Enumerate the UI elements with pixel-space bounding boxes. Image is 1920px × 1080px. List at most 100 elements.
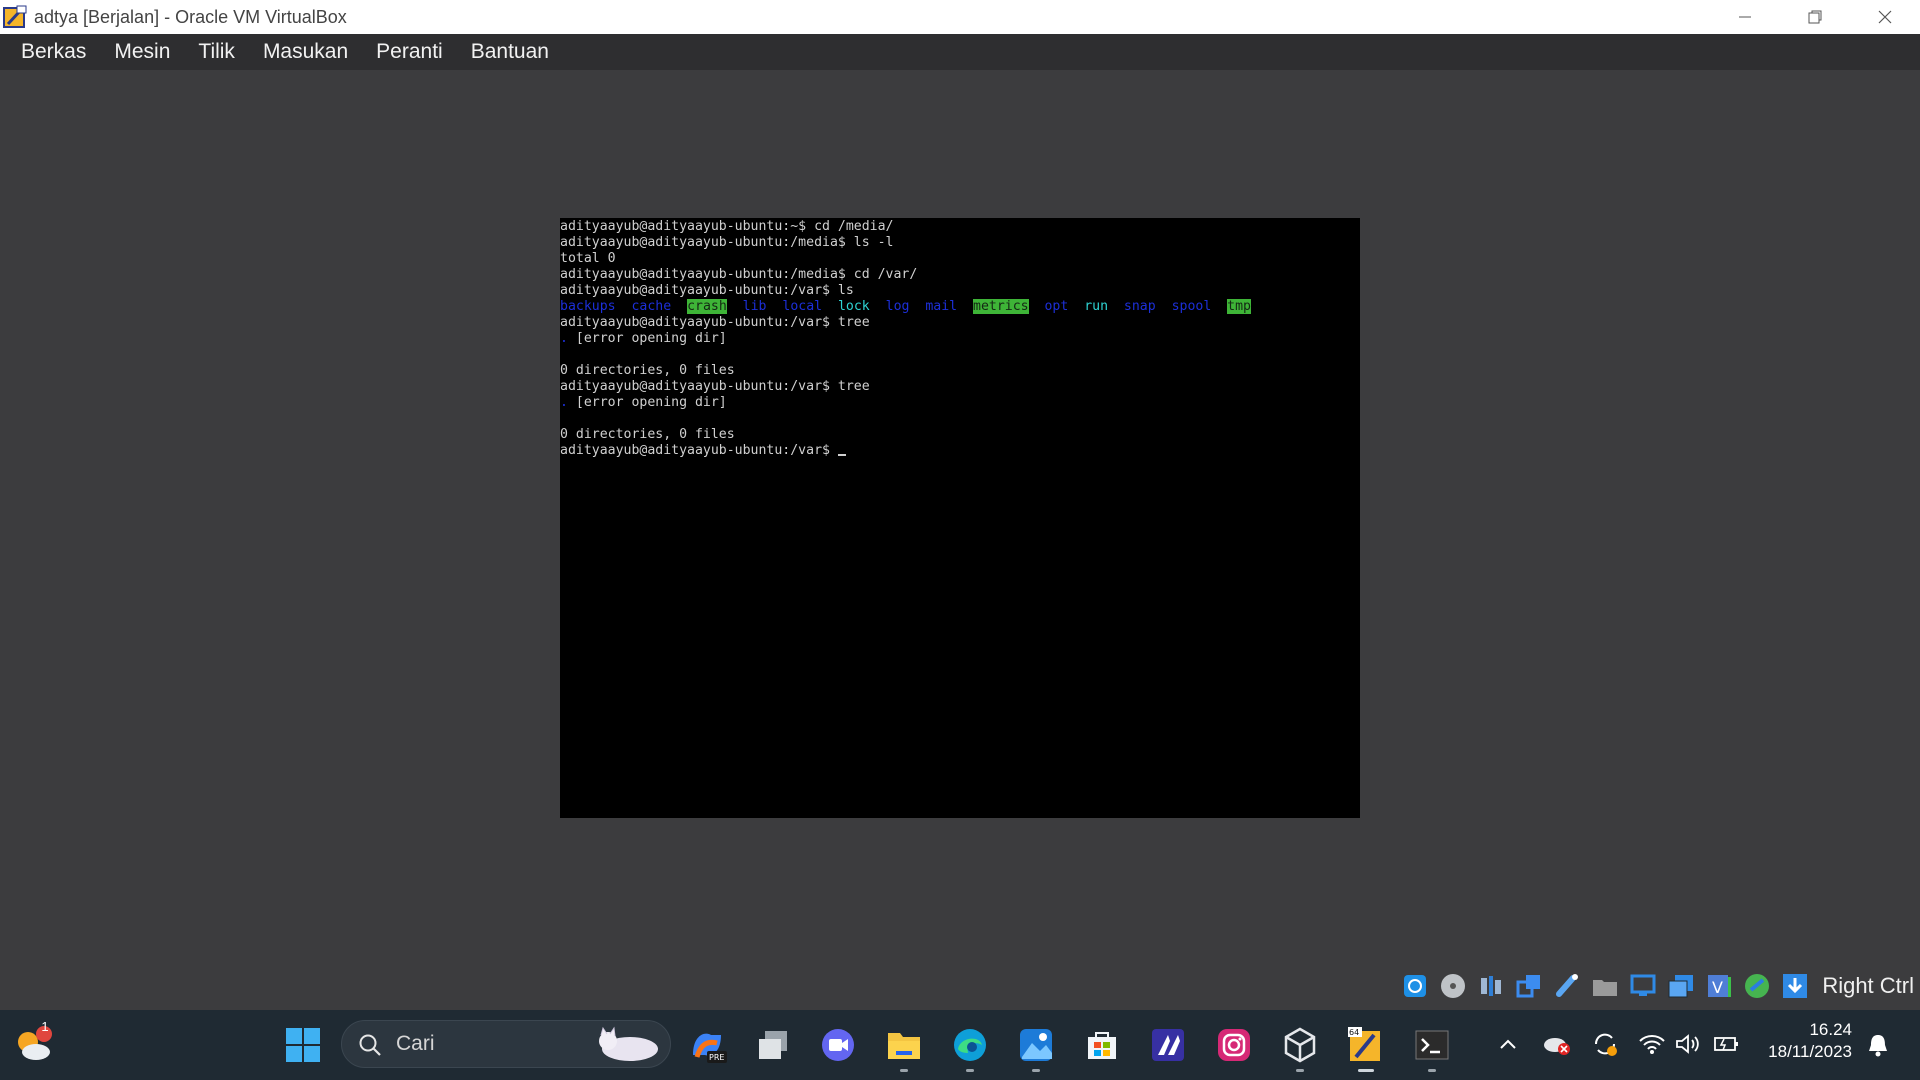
audio-icon[interactable] [1476, 971, 1506, 1001]
battery-tray[interactable] [1712, 1032, 1740, 1061]
video-capture-icon[interactable] [1742, 971, 1772, 1001]
dev-app-button[interactable] [1145, 1022, 1191, 1068]
bell-icon [1869, 1035, 1887, 1057]
network-icon[interactable] [1514, 971, 1544, 1001]
terminal-line: adityaayub@adityaayub-ubuntu:/media$ ls … [560, 235, 1360, 251]
display-icon[interactable] [1628, 971, 1658, 1001]
teams-meet-button[interactable] [815, 1022, 861, 1068]
terminal-cursor [837, 454, 846, 456]
terminal-text: adityaayub@adityaayub-ubuntu:~$ cd /medi… [560, 219, 894, 234]
wifi-tray[interactable] [1638, 1032, 1666, 1061]
sync-icon [1594, 1033, 1617, 1056]
volume-icon [1676, 1034, 1699, 1054]
virtualbox-vm-icon: 64 [1348, 1027, 1380, 1061]
sync-tray[interactable] [1590, 1030, 1620, 1063]
host-key-label[interactable]: Right Ctrl [1822, 973, 1914, 999]
recording-icon[interactable] [1666, 971, 1696, 1001]
usb-icon[interactable] [1552, 971, 1582, 1001]
menu-bantuan[interactable]: Bantuan [471, 34, 549, 70]
weather-badge: 1 [41, 1019, 49, 1034]
weather-widget[interactable]: 1 [10, 1019, 56, 1068]
menu-bar: Berkas Mesin Tilik Masukan Peranti Bantu… [0, 34, 1920, 70]
terminal-line: 0 directories, 0 files [560, 363, 1360, 379]
terminal-line: backups cache crash lib local lock log m… [560, 299, 1360, 315]
terminal-icon [1415, 1030, 1449, 1060]
guest-additions-icon[interactable]: V [1704, 971, 1734, 1001]
title-bar: adtya [Berjalan] - Oracle VM VirtualBox [0, 0, 1920, 34]
menu-tilik[interactable]: Tilik [198, 34, 235, 70]
keyboard-download-icon[interactable] [1780, 971, 1810, 1001]
microsoft-store-icon [1088, 1032, 1116, 1059]
vm-display[interactable]: adityaayub@adityaayub-ubuntu:~$ cd /medi… [560, 218, 1360, 818]
terminal-text: . [560, 331, 568, 346]
svg-text:PRE: PRE [709, 1053, 724, 1062]
terminal-text: backups [560, 299, 616, 314]
menu-masukan[interactable]: Masukan [263, 34, 348, 70]
copilot-icon: PRE [693, 1033, 727, 1063]
terminal-line: adityaayub@adityaayub-ubuntu:/var$ ls [560, 283, 1360, 299]
terminal-text: local [782, 299, 823, 314]
terminal-button[interactable] [1409, 1022, 1455, 1072]
terminal-line: adityaayub@adityaayub-ubuntu:/var$ [560, 443, 1360, 459]
terminal-text: [error opening dir] [567, 395, 727, 410]
menu-mesin[interactable]: Mesin [114, 34, 170, 70]
terminal-text: lock [837, 299, 870, 314]
onedrive-tray[interactable] [1542, 1030, 1572, 1063]
terminal-text: tmp [1227, 299, 1251, 314]
terminal-text: run [1084, 299, 1109, 314]
search-highlight-cat-icon [599, 1026, 658, 1061]
wifi-icon [1639, 1035, 1665, 1054]
edge-button[interactable] [947, 1022, 993, 1072]
svg-text:V: V [1712, 978, 1723, 997]
restore-icon [1808, 10, 1822, 24]
svg-text:64: 64 [1349, 1028, 1359, 1037]
file-explorer-button[interactable] [881, 1022, 927, 1072]
terminal-text: mail [925, 299, 958, 314]
restore-button[interactable] [1780, 0, 1850, 34]
task-view-button[interactable] [750, 1022, 796, 1068]
dev-app-icon [1152, 1029, 1184, 1061]
microsoft-store-button[interactable] [1079, 1022, 1125, 1068]
instagram-button[interactable] [1211, 1022, 1257, 1068]
terminal-text: 0 directories, 0 files [560, 427, 735, 442]
terminal-text: total 0 [560, 251, 616, 266]
photos-icon [1020, 1029, 1052, 1061]
battery-charging-icon [1714, 1037, 1738, 1051]
file-explorer-icon [888, 1033, 920, 1059]
notifications-button[interactable] [1866, 1032, 1890, 1063]
terminal-line: adityaayub@adityaayub-ubuntu:/var$ tree [560, 315, 1360, 331]
virtualbox-manager-button[interactable] [1277, 1022, 1323, 1072]
chevron-up-icon [1500, 1039, 1516, 1049]
virtualbox-manager-icon [1284, 1027, 1316, 1063]
taskbar-search[interactable]: Cari [341, 1020, 671, 1068]
hard-disk-icon[interactable] [1400, 971, 1430, 1001]
terminal-text: [error opening dir] [567, 331, 727, 346]
terminal-text: crash [687, 299, 727, 314]
start-button[interactable] [280, 1022, 326, 1068]
onedrive-error-icon [1544, 1038, 1570, 1055]
photos-button[interactable] [1013, 1022, 1059, 1072]
edge-icon [954, 1029, 986, 1061]
optical-disk-icon[interactable] [1438, 971, 1468, 1001]
shared-folders-icon[interactable] [1590, 971, 1620, 1001]
volume-tray[interactable] [1674, 1032, 1702, 1061]
terminal-text: . [560, 395, 568, 410]
close-button[interactable] [1850, 0, 1920, 34]
clock[interactable]: 16.24 18/11/2023 [1742, 1020, 1852, 1062]
menu-berkas[interactable]: Berkas [21, 34, 86, 70]
copilot-button[interactable]: PRE [684, 1022, 730, 1068]
menu-peranti[interactable]: Peranti [376, 34, 443, 70]
virtualbox-vm-button[interactable]: 64 [1343, 1022, 1389, 1072]
teams-meet-icon [822, 1029, 854, 1061]
terminal-text: adityaayub@adityaayub-ubuntu:/var$ tree [560, 379, 870, 394]
tray-overflow-chevron[interactable] [1497, 1034, 1519, 1059]
terminal-line: 0 directories, 0 files [560, 427, 1360, 443]
minimize-button[interactable] [1710, 0, 1780, 34]
